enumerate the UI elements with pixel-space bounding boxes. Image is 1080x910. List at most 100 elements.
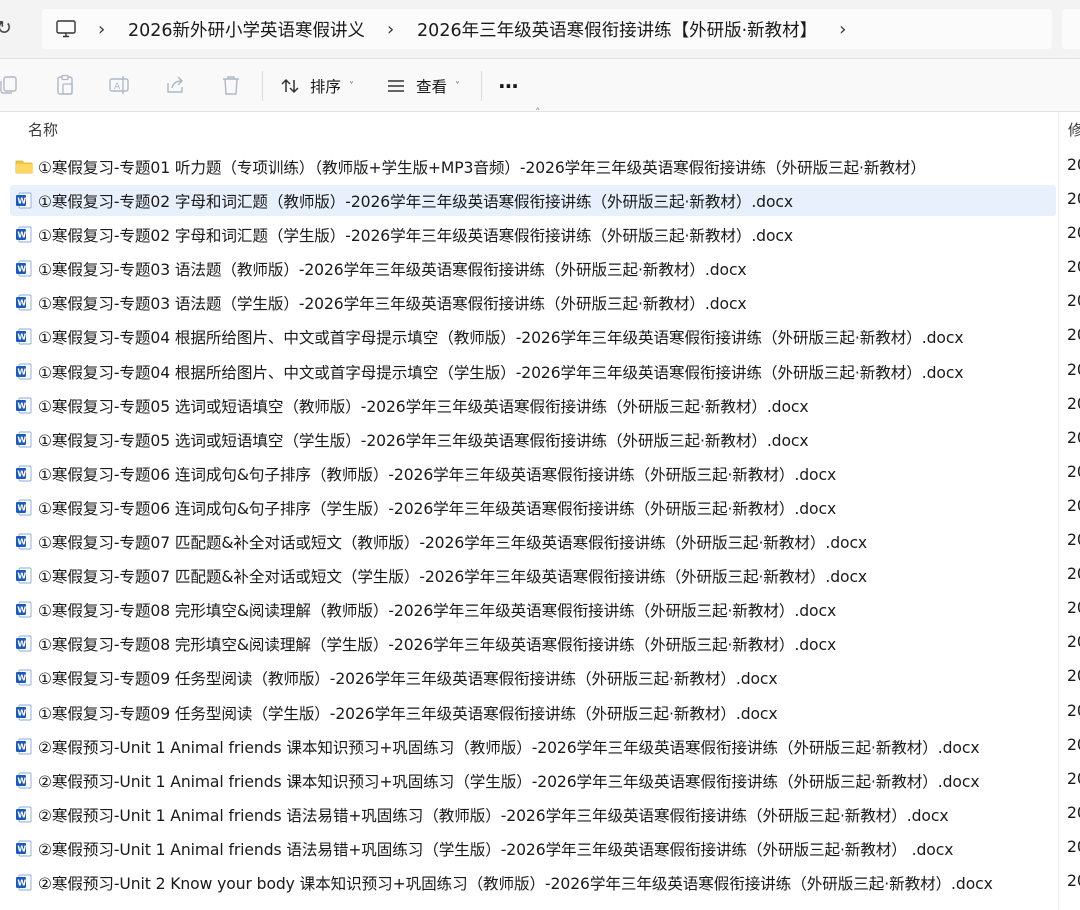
file-name[interactable]: ②寒假预习-Unit 2 Know your body 课本知识预习+巩固练习（… [38, 872, 993, 894]
file-row[interactable]: W ①寒假复习-专题07 匹配题&补全对话或短文（教师版）-2026学年三年级英语… [0, 525, 1080, 559]
rename-icon[interactable]: A [108, 74, 130, 96]
file-rows: ①寒假复习-专题01 听力题（专项训练）（教师版+学生版+MP3音频）-2026… [0, 150, 1080, 900]
word-document-icon: W [15, 840, 33, 857]
file-list: ˄ 名称 修 ①寒假复习-专题01 听力题（专项训练）（教师版+学生版+MP3音… [0, 106, 1080, 910]
file-name[interactable]: ②寒假预习-Unit 1 Animal friends 语法易错+巩固练习（教师… [38, 804, 949, 826]
svg-text:W: W [17, 606, 26, 615]
share-icon[interactable] [164, 74, 186, 96]
file-name[interactable]: ①寒假复习-专题07 匹配题&补全对话或短文（教师版）-2026学年三年级英语寒… [38, 531, 867, 553]
file-row[interactable]: W ①寒假复习-专题05 选词或短语填空（教师版）-2026学年三年级英语寒假衔接… [0, 389, 1080, 423]
breadcrumb-item-parent[interactable]: 2026新外研小学英语寒假讲义 [128, 17, 365, 42]
file-row[interactable]: W ①寒假复习-专题06 连词成句&句子排序（教师版）-2026学年三年级英语寒假… [0, 457, 1080, 491]
toolbar-divider [481, 71, 482, 101]
file-modified-date: 20 [1067, 360, 1080, 379]
file-modified-date: 20 [1067, 871, 1080, 890]
chevron-down-icon: ˅ [455, 80, 461, 92]
word-document-icon: W [15, 363, 33, 380]
file-row[interactable]: W ①寒假复习-专题07 匹配题&补全对话或短文（学生版）-2026学年三年级英语… [0, 559, 1080, 593]
address-bar: ↻ › 2026新外研小学英语寒假讲义 › 2026年三年级英语寒假衔接讲练【外… [0, 0, 1080, 58]
file-row[interactable]: W ①寒假复习-专题02 字母和词汇题（教师版）-2026学年三年级英语寒假衔接讲… [0, 184, 1080, 218]
sort-ascending-icon: ˄ [535, 106, 541, 119]
chevron-right-icon[interactable]: › [387, 19, 397, 40]
chevron-right-icon[interactable]: › [839, 19, 849, 40]
word-document-icon: W [15, 772, 33, 789]
file-name[interactable]: ①寒假复习-专题06 连词成句&句子排序（学生版）-2026学年三年级英语寒假衔… [38, 497, 836, 519]
file-row[interactable]: W ①寒假复习-专题08 完形填空&阅读理解（教师版）-2026学年三年级英语寒假… [0, 593, 1080, 627]
this-pc-icon[interactable] [56, 20, 76, 38]
search-box[interactable] [1062, 9, 1080, 49]
file-row[interactable]: W ①寒假复习-专题03 语法题（学生版）-2026学年三年级英语寒假衔接讲练（外… [0, 286, 1080, 320]
file-modified-date: 20 [1067, 326, 1080, 345]
file-name[interactable]: ①寒假复习-专题04 根据所给图片、中文或首字母提示填空（学生版）-2026学年… [38, 361, 964, 383]
file-modified-date: 20 [1067, 633, 1080, 652]
more-options-button[interactable]: ··· [498, 71, 519, 101]
chevron-down-icon: ˅ [349, 80, 355, 92]
word-document-icon: W [15, 260, 33, 277]
file-row[interactable]: W ②寒假预习-Unit 1 Animal friends 语法易错+巩固练习（学… [0, 832, 1080, 866]
file-name[interactable]: ①寒假复习-专题07 匹配题&补全对话或短文（学生版）-2026学年三年级英语寒… [38, 565, 867, 587]
svg-text:A: A [114, 82, 121, 92]
breadcrumb-item-current[interactable]: 2026年三年级英语寒假衔接讲练【外研版·新教材】 [417, 17, 817, 42]
svg-text:W: W [17, 265, 26, 274]
file-name[interactable]: ①寒假复习-专题08 完形填空&阅读理解（学生版）-2026学年三年级英语寒假衔… [38, 633, 836, 655]
file-row[interactable]: W ①寒假复习-专题05 选词或短语填空（学生版）-2026学年三年级英语寒假衔接… [0, 423, 1080, 457]
file-modified-date: 20 [1067, 394, 1080, 413]
word-document-icon: W [15, 635, 33, 652]
word-document-icon: W [15, 465, 33, 482]
view-label: 查看 [416, 78, 448, 96]
file-name[interactable]: ①寒假复习-专题01 听力题（专项训练）（教师版+学生版+MP3音频）-2026… [38, 156, 926, 178]
file-name[interactable]: ①寒假复习-专题02 字母和词汇题（学生版）-2026学年三年级英语寒假衔接讲练… [38, 224, 793, 246]
file-row[interactable]: W ①寒假复习-专题08 完形填空&阅读理解（学生版）-2026学年三年级英语寒假… [0, 627, 1080, 661]
file-name[interactable]: ①寒假复习-专题09 任务型阅读（学生版）-2026学年三年级英语寒假衔接讲练（… [38, 702, 778, 724]
file-name[interactable]: ①寒假复习-专题04 根据所给图片、中文或首字母提示填空（教师版）-2026学年… [38, 326, 964, 348]
file-name[interactable]: ①寒假复习-专题03 语法题（学生版）-2026学年三年级英语寒假衔接讲练（外研… [38, 292, 747, 314]
file-row[interactable]: W ②寒假预习-Unit 1 Animal friends 课本知识预习+巩固练习… [0, 764, 1080, 798]
file-row[interactable]: W ②寒假预习-Unit 1 Animal friends 语法易错+巩固练习（教… [0, 798, 1080, 832]
file-name[interactable]: ①寒假复习-专题05 选词或短语填空（学生版）-2026学年三年级英语寒假衔接讲… [38, 429, 809, 451]
breadcrumb[interactable]: › 2026新外研小学英语寒假讲义 › 2026年三年级英语寒假衔接讲练【外研版… [42, 9, 1052, 49]
column-header-name[interactable]: 名称 [28, 119, 58, 140]
file-modified-date: 20 [1067, 190, 1080, 209]
svg-text:W: W [17, 469, 26, 478]
file-name[interactable]: ②寒假预习-Unit 1 Animal friends 课本知识预习+巩固练习（… [38, 736, 980, 758]
svg-text:W: W [17, 367, 26, 376]
file-name[interactable]: ①寒假复习-专题03 语法题（教师版）-2026学年三年级英语寒假衔接讲练（外研… [38, 258, 747, 280]
word-document-icon: W [15, 874, 33, 891]
svg-text:W: W [17, 197, 26, 206]
refresh-icon[interactable]: ↻ [0, 16, 16, 40]
paste-icon[interactable] [54, 74, 76, 96]
file-row[interactable]: W ②寒假预习-Unit 2 Know your body 课本知识预习+巩固练习… [0, 866, 1080, 900]
file-row[interactable]: W ①寒假复习-专题09 任务型阅读（学生版）-2026学年三年级英语寒假衔接讲练… [0, 696, 1080, 730]
file-name[interactable]: ①寒假复习-专题06 连词成句&句子排序（教师版）-2026学年三年级英语寒假衔… [38, 463, 836, 485]
word-document-icon: W [15, 294, 33, 311]
file-name[interactable]: ①寒假复习-专题02 字母和词汇题（教师版）-2026学年三年级英语寒假衔接讲练… [38, 190, 793, 212]
file-row[interactable]: W ①寒假复习-专题04 根据所给图片、中文或首字母提示填空（教师版）-2026学… [0, 320, 1080, 354]
sort-button[interactable]: 排序 ˅ [280, 71, 354, 101]
file-row[interactable]: W ①寒假复习-专题03 语法题（教师版）-2026学年三年级英语寒假衔接讲练（外… [0, 252, 1080, 286]
file-name[interactable]: ①寒假复习-专题09 任务型阅读（教师版）-2026学年三年级英语寒假衔接讲练（… [38, 667, 778, 689]
chevron-right-icon[interactable]: › [98, 19, 108, 40]
file-row[interactable]: W ①寒假复习-专题09 任务型阅读（教师版）-2026学年三年级英语寒假衔接讲练… [0, 661, 1080, 695]
copy-icon[interactable] [0, 74, 20, 96]
column-header-modified[interactable]: 修 [1068, 119, 1080, 140]
word-document-icon: W [15, 704, 33, 721]
file-name[interactable]: ①寒假复习-专题08 完形填空&阅读理解（教师版）-2026学年三年级英语寒假衔… [38, 599, 836, 621]
file-row[interactable]: W ①寒假复习-专题02 字母和词汇题（学生版）-2026学年三年级英语寒假衔接讲… [0, 218, 1080, 252]
view-button[interactable]: 查看 ˅ [386, 71, 460, 101]
file-name[interactable]: ②寒假预习-Unit 1 Animal friends 课本知识预习+巩固练习（… [38, 770, 980, 792]
file-row[interactable]: W ②寒假预习-Unit 1 Animal friends 课本知识预习+巩固练习… [0, 730, 1080, 764]
file-name[interactable]: ①寒假复习-专题05 选词或短语填空（教师版）-2026学年三年级英语寒假衔接讲… [38, 395, 809, 417]
folder-row[interactable]: ①寒假复习-专题01 听力题（专项训练）（教师版+学生版+MP3音频）-2026… [0, 150, 1080, 184]
delete-icon[interactable] [220, 74, 242, 96]
svg-text:W: W [17, 810, 26, 819]
word-document-icon: W [15, 601, 33, 618]
file-row[interactable]: W ①寒假复习-专题06 连词成句&句子排序（学生版）-2026学年三年级英语寒假… [0, 491, 1080, 525]
file-name[interactable]: ②寒假预习-Unit 1 Animal friends 语法易错+巩固练习（学生… [38, 838, 953, 860]
column-header-row: ˄ 名称 修 [0, 106, 1080, 148]
toolbar-divider [262, 71, 263, 101]
svg-text:W: W [17, 572, 26, 581]
file-modified-date: 20 [1067, 565, 1080, 584]
file-modified-date: 20 [1067, 667, 1080, 686]
word-document-icon: W [15, 226, 33, 243]
file-row[interactable]: W ①寒假复习-专题04 根据所给图片、中文或首字母提示填空（学生版）-2026学… [0, 355, 1080, 389]
